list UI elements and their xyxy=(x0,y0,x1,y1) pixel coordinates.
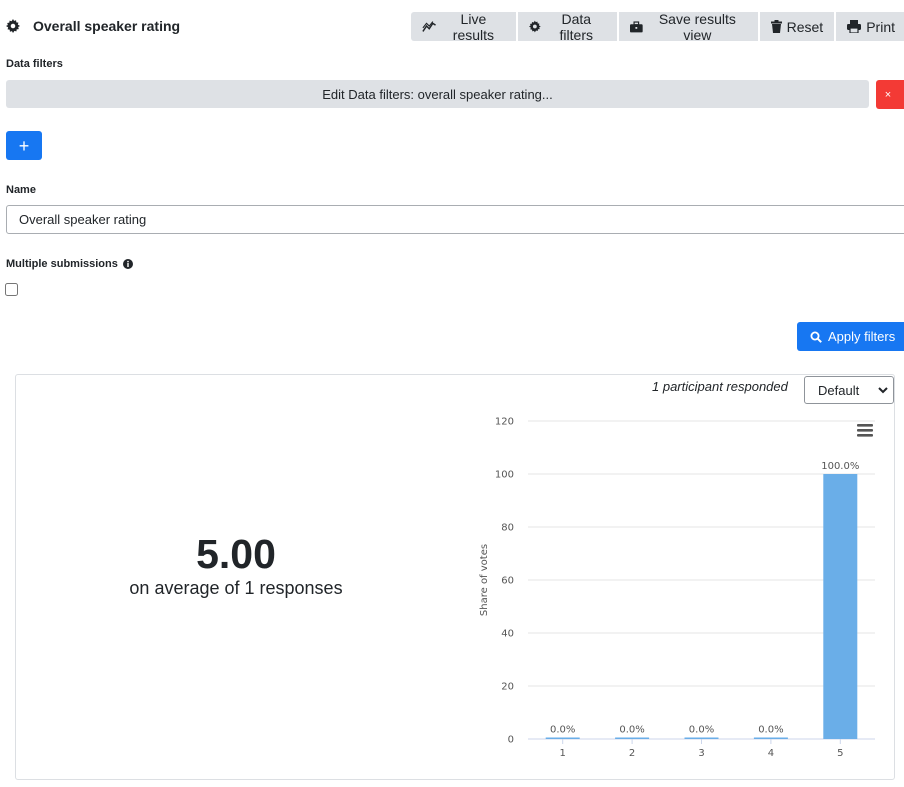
y-tick-label: 80 xyxy=(501,523,514,534)
live-results-label: Live results xyxy=(452,10,495,43)
bar xyxy=(615,737,650,739)
data-filters-button[interactable]: Data filters xyxy=(518,10,620,43)
print-label: Print xyxy=(866,18,895,35)
name-input[interactable] xyxy=(6,205,904,234)
reset-label: Reset xyxy=(786,18,824,35)
x-tick-label: 5 xyxy=(837,748,843,759)
name-label: Name xyxy=(6,184,36,196)
apply-filters-button[interactable]: Apply filters xyxy=(797,322,904,351)
bar xyxy=(684,737,719,739)
gear-icon xyxy=(6,19,20,33)
chevron-down-icon xyxy=(878,387,888,394)
chart-line-icon xyxy=(422,21,436,32)
multiple-submissions-label: Multiple submissions xyxy=(6,258,118,270)
toolbar: Live results Data filters Save results v… xyxy=(411,10,904,43)
y-tick-label: 120 xyxy=(495,417,514,428)
bar xyxy=(823,474,858,739)
apply-filters-label: Apply filters xyxy=(828,329,896,344)
y-tick-label: 100 xyxy=(495,470,514,481)
average-value: 5.00 xyxy=(196,531,276,577)
live-results-button[interactable]: Live results xyxy=(411,10,519,43)
data-label: 0.0% xyxy=(689,725,714,736)
data-filters-heading: Data filters xyxy=(6,58,63,70)
save-results-view-label: Save results view xyxy=(658,10,736,43)
y-tick-label: 40 xyxy=(501,629,514,640)
x-tick-label: 2 xyxy=(629,748,635,759)
add-filter-button[interactable]: + xyxy=(6,131,42,160)
edit-data-filters-button[interactable]: Edit Data filters: overall speaker ratin… xyxy=(6,80,869,108)
search-icon xyxy=(810,331,822,343)
y-tick-label: 60 xyxy=(501,576,514,587)
save-results-view-button[interactable]: Save results view xyxy=(619,10,760,43)
view-select-value: Default xyxy=(818,382,860,398)
bar xyxy=(753,737,788,739)
multiple-submissions-label-row: Multiple submissions xyxy=(6,258,133,270)
data-label: 0.0% xyxy=(550,725,575,736)
page-title: Overall speaker rating xyxy=(33,18,181,34)
trash-icon xyxy=(770,20,782,33)
data-label: 100.0% xyxy=(821,461,859,472)
x-tick-label: 3 xyxy=(698,748,704,759)
multiple-submissions-checkbox[interactable] xyxy=(5,283,18,296)
data-label: 0.0% xyxy=(619,725,644,736)
remove-filter-button[interactable]: × xyxy=(876,80,904,109)
vote-share-chart: 0 20 40 60 80 100 120 Share of votes 0.0% 1 0.0% 2 0… xyxy=(479,417,875,759)
gear-icon xyxy=(529,20,542,33)
printer-icon xyxy=(847,20,862,33)
briefcase-icon xyxy=(630,20,644,32)
data-filters-label: Data filters xyxy=(559,10,593,43)
responded-text: 1 participant responded xyxy=(652,379,788,394)
y-tick-label: 0 xyxy=(508,735,514,746)
y-axis-title: Share of votes xyxy=(479,544,490,616)
y-tick-label: 20 xyxy=(501,682,514,693)
data-label: 0.0% xyxy=(758,725,783,736)
close-icon: × xyxy=(884,88,892,101)
x-tick-label: 4 xyxy=(768,748,774,759)
print-button[interactable]: Print xyxy=(836,12,904,41)
view-select[interactable]: Default xyxy=(804,376,894,404)
menu-icon[interactable] xyxy=(857,424,873,437)
x-tick-label: 1 xyxy=(560,748,566,759)
reset-button[interactable]: Reset xyxy=(759,12,837,41)
bar xyxy=(545,737,580,739)
average-caption: on average of 1 responses xyxy=(129,578,343,598)
info-icon[interactable] xyxy=(122,259,133,269)
